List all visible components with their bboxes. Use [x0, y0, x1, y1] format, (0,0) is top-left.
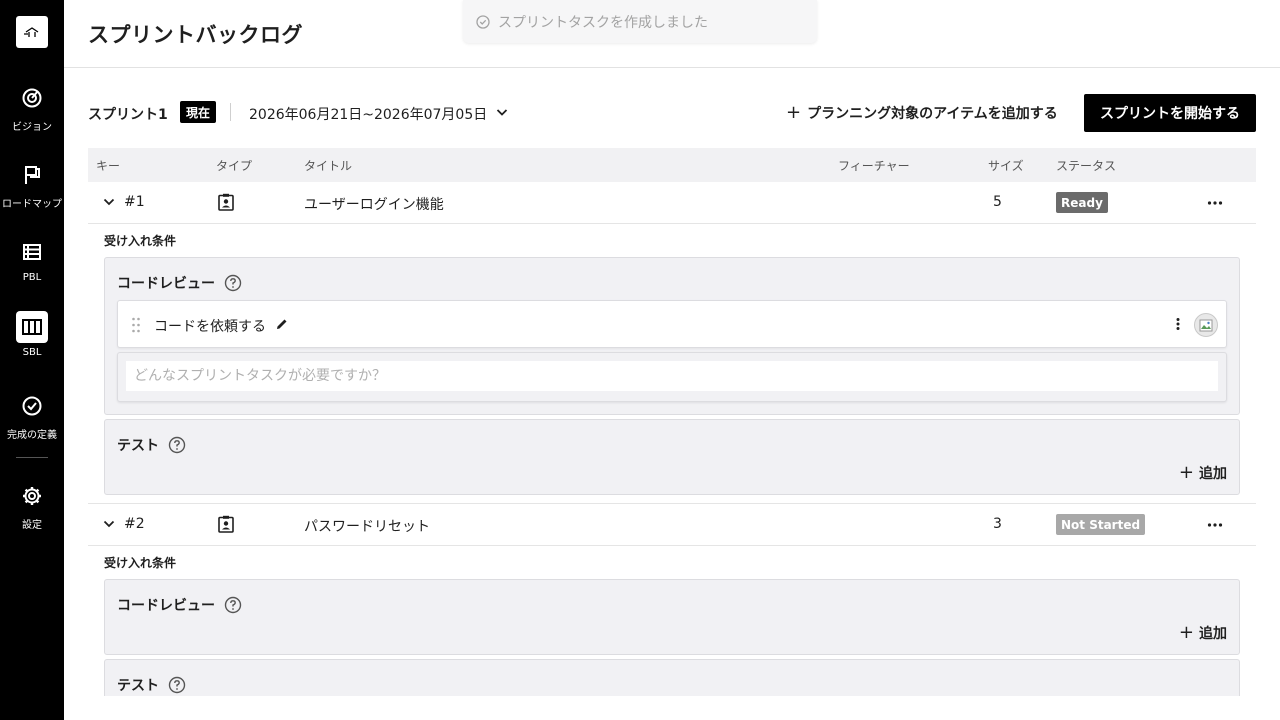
add-task-button[interactable]: + 追加	[1179, 623, 1227, 643]
sidebar-item-pbl[interactable]: PBL	[0, 236, 64, 283]
status-badge: Ready	[1056, 192, 1108, 213]
sidebar-item-label: 設定	[22, 520, 42, 531]
section-title-text: コードレビュー	[117, 276, 215, 292]
plus-icon: +	[1178, 622, 1194, 643]
sprint-name: スプリント1	[88, 107, 168, 123]
sidebar-item-label: ロードマップ	[2, 199, 62, 210]
sidebar-item-vision[interactable]: ビジョン	[0, 82, 64, 133]
sidebar-divider	[16, 457, 48, 458]
gear-icon	[16, 480, 48, 512]
check-circle-icon	[16, 390, 48, 422]
sidebar-item-roadmap[interactable]: ロードマップ	[0, 159, 64, 210]
more-horizontal-icon[interactable]	[1206, 194, 1224, 212]
list-icon	[16, 236, 48, 268]
row-title[interactable]: パスワードリセット	[304, 516, 430, 536]
section-title: テスト	[117, 435, 186, 455]
criteria-section-code-review: コードレビュー + 追加	[104, 579, 1240, 655]
sidebar-item-definition-of-done[interactable]: 完成の定義	[0, 390, 64, 441]
column-header-status: ステータス	[1056, 159, 1117, 173]
criteria-section-test: テスト + 追加	[104, 419, 1240, 495]
plus-icon: +	[786, 102, 802, 123]
column-header-key: キー	[96, 159, 121, 173]
table-header: キー タイプ タイトル フィーチャー サイズ ステータス	[88, 148, 1256, 182]
section-title: コードレビュー	[117, 273, 242, 293]
check-circle-icon	[476, 14, 490, 29]
column-header-feature: フィーチャー	[838, 159, 910, 173]
user-story-icon	[218, 515, 234, 533]
section-title: コードレビュー	[117, 595, 242, 615]
help-icon[interactable]	[224, 274, 242, 292]
sidebar-item-label: SBL	[22, 347, 42, 358]
sidebar: ビジョン ロードマップ PBL SBL 完成の定義 設定	[0, 0, 64, 720]
sidebar-item-settings[interactable]: 設定	[0, 480, 64, 531]
add-task-label: 追加	[1199, 466, 1227, 482]
sprint-task-card[interactable]: コードを依頼する	[117, 300, 1227, 348]
column-header-size: サイズ	[988, 159, 1024, 173]
sprint-separator	[230, 103, 231, 121]
toast-message: スプリントタスクを作成しました	[498, 14, 708, 31]
sidebar-item-label: ビジョン	[12, 122, 52, 133]
help-icon[interactable]	[224, 596, 242, 614]
help-icon[interactable]	[168, 676, 186, 694]
add-task-label: 追加	[1199, 626, 1227, 642]
table-row[interactable]: #1 ユーザーログイン機能 5 Ready	[88, 182, 1256, 224]
plus-icon: +	[1178, 462, 1194, 483]
columns-icon	[16, 311, 48, 343]
sidebar-item-label: PBL	[22, 272, 42, 283]
row-size: 5	[993, 194, 1002, 210]
sprint-dates: 2026年06月21日~2026年07月05日	[249, 107, 488, 123]
add-planning-item-button[interactable]: + プランニング対象のアイテムを追加する	[786, 103, 1058, 123]
criteria-section-test: テスト	[104, 659, 1240, 696]
add-task-button[interactable]: + 追加	[1179, 463, 1227, 483]
page-title: スプリントバックログ	[88, 23, 303, 47]
current-badge: 現在	[180, 101, 217, 123]
chevron-down-icon[interactable]	[102, 195, 116, 209]
more-vertical-icon[interactable]	[1170, 316, 1186, 332]
toast-notification: スプリントタスクを作成しました	[463, 0, 817, 43]
section-title-text: テスト	[117, 438, 159, 454]
chevron-down-icon[interactable]	[494, 104, 510, 120]
new-task-input[interactable]	[126, 361, 1218, 391]
chevron-down-icon[interactable]	[102, 517, 116, 531]
row-title[interactable]: ユーザーログイン機能	[304, 194, 444, 214]
acceptance-criteria-label: 受け入れ条件	[104, 234, 177, 248]
sidebar-item-label: 完成の定義	[7, 430, 57, 441]
section-title-text: テスト	[117, 678, 159, 694]
logo-icon	[24, 27, 39, 37]
column-header-type: タイプ	[216, 159, 253, 173]
more-horizontal-icon[interactable]	[1206, 516, 1224, 534]
app-logo[interactable]	[16, 16, 48, 48]
broken-image-icon	[1199, 319, 1213, 332]
target-icon	[16, 82, 48, 114]
acceptance-criteria-label: 受け入れ条件	[104, 556, 177, 570]
section-title-text: コードレビュー	[117, 598, 215, 614]
add-planning-item-label: プランニング対象のアイテムを追加する	[807, 106, 1058, 122]
row-key: #2	[124, 516, 145, 532]
avatar[interactable]	[1194, 313, 1218, 337]
status-badge: Not Started	[1056, 514, 1146, 535]
row-key: #1	[124, 194, 145, 210]
section-title: テスト	[117, 675, 186, 695]
column-header-title: タイトル	[304, 159, 353, 173]
flag-icon	[16, 159, 48, 191]
user-story-icon	[218, 193, 234, 211]
sidebar-item-sbl[interactable]: SBL	[0, 311, 64, 358]
criteria-section-code-review: コードレビュー コードを依頼する	[104, 257, 1240, 415]
row-size: 3	[993, 516, 1002, 532]
new-task-row	[117, 352, 1227, 402]
table-row[interactable]: #2 パスワードリセット 3 Not Started	[88, 504, 1256, 546]
help-icon[interactable]	[168, 436, 186, 454]
sprint-task-text[interactable]: コードを依頼する	[154, 316, 266, 336]
pencil-icon[interactable]	[275, 317, 289, 331]
start-sprint-button[interactable]: スプリントを開始する	[1084, 94, 1256, 132]
drag-handle-icon[interactable]	[131, 317, 141, 333]
